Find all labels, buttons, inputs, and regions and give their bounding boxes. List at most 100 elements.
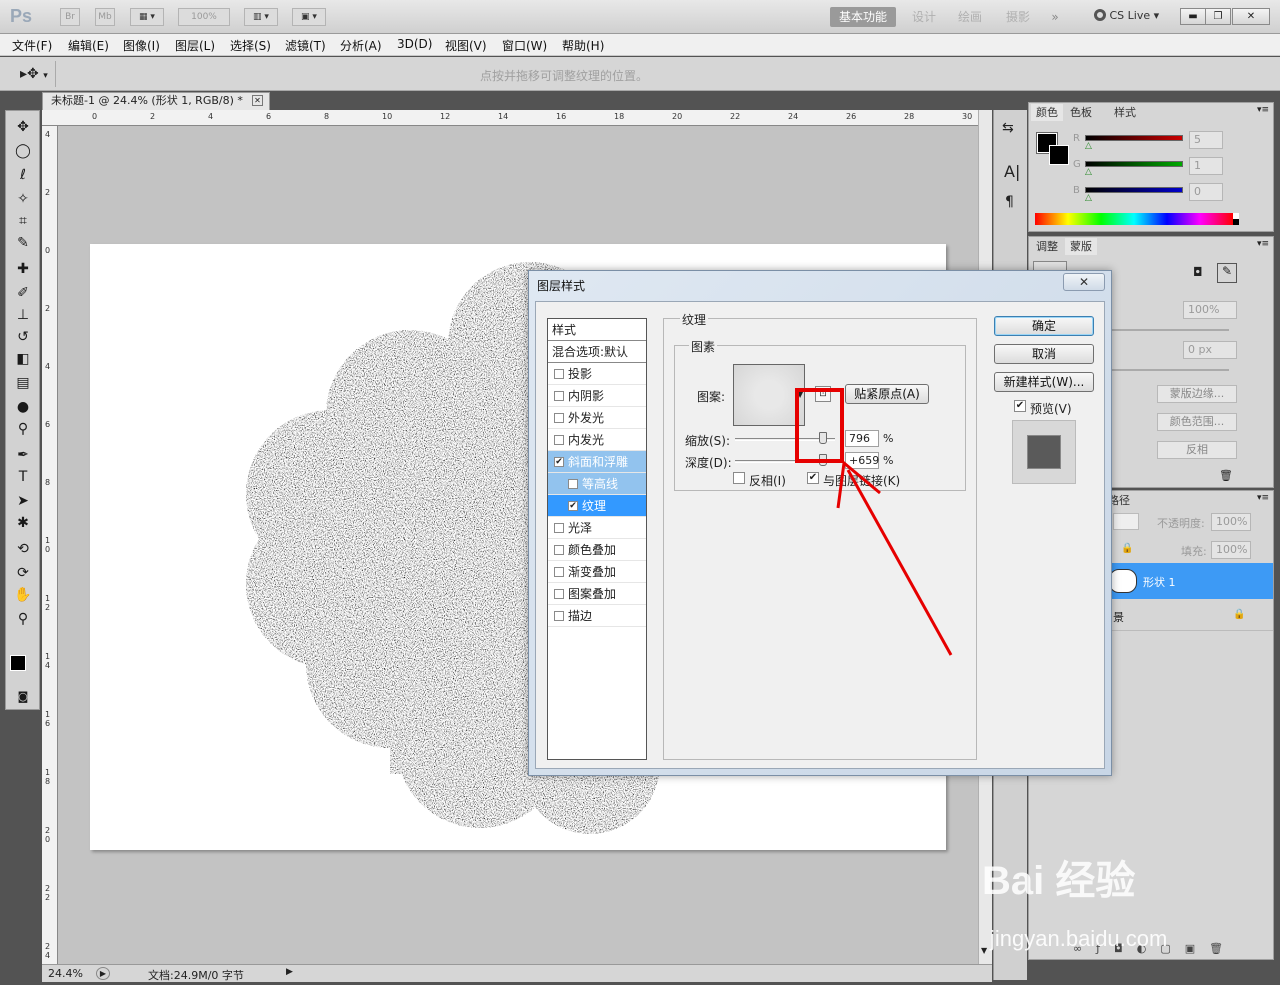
- menu-file[interactable]: 文件(F): [12, 37, 52, 54]
- document-tab[interactable]: 未标题-1 @ 24.4% (形状 1, RGB/8) * ✕: [42, 92, 270, 110]
- slider-thumb-icon[interactable]: △: [1085, 167, 1092, 177]
- link-with-layer-checkbox[interactable]: ✔: [807, 472, 819, 484]
- blend-mode-select[interactable]: [1113, 513, 1139, 530]
- paragraph-panel-icon[interactable]: ¶: [1005, 194, 1014, 210]
- maximize-button[interactable]: ❐: [1205, 8, 1231, 25]
- panel-menu-icon[interactable]: ▾≡: [1257, 239, 1269, 249]
- 3d-orbit-tool-icon[interactable]: ⟳: [13, 563, 33, 583]
- menu-window[interactable]: 窗口(W): [502, 37, 547, 54]
- history-panel-icon[interactable]: ⇆: [1002, 120, 1014, 136]
- menu-select[interactable]: 选择(S): [230, 37, 271, 54]
- scroll-down-icon[interactable]: ▼: [981, 946, 987, 955]
- pixel-mask-icon[interactable]: ◘: [1193, 265, 1209, 281]
- history-brush-tool-icon[interactable]: ↺: [13, 327, 33, 347]
- black-white-swatch[interactable]: [1233, 213, 1239, 225]
- style-checkbox[interactable]: [554, 611, 564, 621]
- trash-icon[interactable]: 🗑: [1219, 469, 1233, 482]
- color-channel-value[interactable]: 1: [1189, 157, 1223, 175]
- scale-input[interactable]: 796: [845, 430, 879, 447]
- path-selection-tool-icon[interactable]: ➤: [13, 491, 33, 511]
- close-button[interactable]: ✕: [1232, 8, 1270, 25]
- style-checkbox[interactable]: [568, 479, 578, 489]
- cs-live-button[interactable]: CS Live ▾: [1094, 9, 1159, 22]
- color-channel-value[interactable]: 0: [1189, 183, 1223, 201]
- clone-stamp-tool-icon[interactable]: ⊥: [13, 305, 33, 325]
- character-panel-icon[interactable]: A|: [1004, 162, 1020, 181]
- zoom-level-menu[interactable]: 100%: [178, 8, 230, 26]
- mask-edge-button[interactable]: 蒙版边缘...: [1157, 385, 1237, 403]
- brush-tool-icon[interactable]: ✐: [13, 283, 33, 303]
- shape-tool-icon[interactable]: ✱: [13, 513, 33, 533]
- color-channel-slider[interactable]: [1085, 161, 1183, 167]
- screen-mode-button[interactable]: ▣ ▾: [292, 8, 326, 26]
- gradient-tool-icon[interactable]: ▤: [13, 373, 33, 393]
- style-checkbox[interactable]: [554, 435, 564, 445]
- style-item[interactable]: ✔ 纹理: [548, 495, 646, 517]
- style-item[interactable]: 颜色叠加: [548, 539, 646, 561]
- snap-to-origin-button[interactable]: 贴紧原点(A): [845, 384, 929, 404]
- tab-masks[interactable]: 蒙版: [1065, 238, 1097, 255]
- ok-button[interactable]: 确定: [994, 316, 1094, 336]
- style-checkbox[interactable]: ✔: [554, 457, 564, 467]
- color-channel-slider[interactable]: [1085, 135, 1183, 141]
- opacity-field[interactable]: 100%: [1211, 513, 1251, 531]
- move-tool-icon[interactable]: ✥: [13, 117, 33, 137]
- pattern-swatch[interactable]: [733, 364, 805, 426]
- tab-adjustments[interactable]: 调整: [1031, 238, 1063, 255]
- invert-button[interactable]: 反相: [1157, 441, 1237, 459]
- tab-swatches[interactable]: 色板: [1065, 104, 1097, 121]
- style-checkbox[interactable]: [554, 545, 564, 555]
- color-range-button[interactable]: 颜色范围...: [1157, 413, 1237, 431]
- scale-slider-thumb[interactable]: [819, 432, 827, 444]
- zoom-readout[interactable]: 24.4%: [48, 967, 83, 980]
- new-preset-icon[interactable]: ⊡: [815, 386, 831, 402]
- close-tab-icon[interactable]: ✕: [252, 95, 263, 106]
- workspace-photography[interactable]: 摄影: [1000, 7, 1036, 27]
- crop-tool-icon[interactable]: ⌗: [13, 211, 33, 231]
- workspace-essentials[interactable]: 基本功能: [830, 7, 896, 27]
- style-checkbox[interactable]: [554, 589, 564, 599]
- menu-layer[interactable]: 图层(L): [175, 37, 215, 54]
- tool-preset-picker[interactable]: ▸✥ ▾: [8, 61, 56, 87]
- quick-mask-icon[interactable]: ◙: [13, 687, 33, 707]
- 3d-rotate-tool-icon[interactable]: ⟲: [13, 539, 33, 559]
- arrange-documents-button[interactable]: ▥ ▾: [244, 8, 278, 26]
- workspace-painting[interactable]: 绘画: [952, 7, 988, 27]
- fill-field[interactable]: 100%: [1211, 541, 1251, 559]
- healing-brush-tool-icon[interactable]: ✚: [13, 259, 33, 279]
- feather-field[interactable]: 0 px: [1183, 341, 1237, 359]
- lock-icon[interactable]: 🔒: [1121, 543, 1133, 554]
- slider-thumb-icon[interactable]: △: [1085, 193, 1092, 203]
- pattern-dropdown-icon[interactable]: ▼: [797, 390, 803, 399]
- dodge-tool-icon[interactable]: ⚲: [13, 419, 33, 439]
- menu-help[interactable]: 帮助(H): [562, 37, 604, 54]
- style-checkbox[interactable]: [554, 523, 564, 533]
- tab-styles[interactable]: 样式: [1109, 104, 1141, 121]
- lasso-tool-icon[interactable]: ℓ: [13, 165, 33, 185]
- style-item[interactable]: 内发光: [548, 429, 646, 451]
- view-extras-button[interactable]: ▦ ▾: [130, 8, 164, 26]
- cancel-button[interactable]: 取消: [994, 344, 1094, 364]
- panel-menu-icon[interactable]: ▾≡: [1257, 493, 1269, 503]
- more-workspaces-icon[interactable]: »: [1044, 7, 1066, 27]
- bridge-button[interactable]: Br: [60, 8, 80, 26]
- color-channel-value[interactable]: 5: [1189, 131, 1223, 149]
- menu-image[interactable]: 图像(I): [123, 37, 160, 54]
- mini-bridge-button[interactable]: Mb: [95, 8, 115, 26]
- style-checkbox[interactable]: ✔: [568, 501, 578, 511]
- style-checkbox[interactable]: [554, 567, 564, 577]
- pen-tool-icon[interactable]: ✒: [13, 445, 33, 465]
- style-item[interactable]: ✔ 斜面和浮雕: [548, 451, 646, 473]
- blending-options-item[interactable]: 混合选项:默认: [548, 341, 646, 363]
- color-spectrum-bar[interactable]: [1035, 213, 1233, 225]
- style-item[interactable]: 渐变叠加: [548, 561, 646, 583]
- density-slider[interactable]: [1109, 329, 1229, 331]
- style-item[interactable]: 投影: [548, 363, 646, 385]
- density-field[interactable]: 100%: [1183, 301, 1237, 319]
- style-checkbox[interactable]: [554, 369, 564, 379]
- dialog-close-button[interactable]: ✕: [1063, 273, 1105, 291]
- depth-input[interactable]: +659: [845, 452, 879, 469]
- color-channel-slider[interactable]: [1085, 187, 1183, 193]
- menu-view[interactable]: 视图(V): [445, 37, 487, 54]
- menu-edit[interactable]: 编辑(E): [68, 37, 109, 54]
